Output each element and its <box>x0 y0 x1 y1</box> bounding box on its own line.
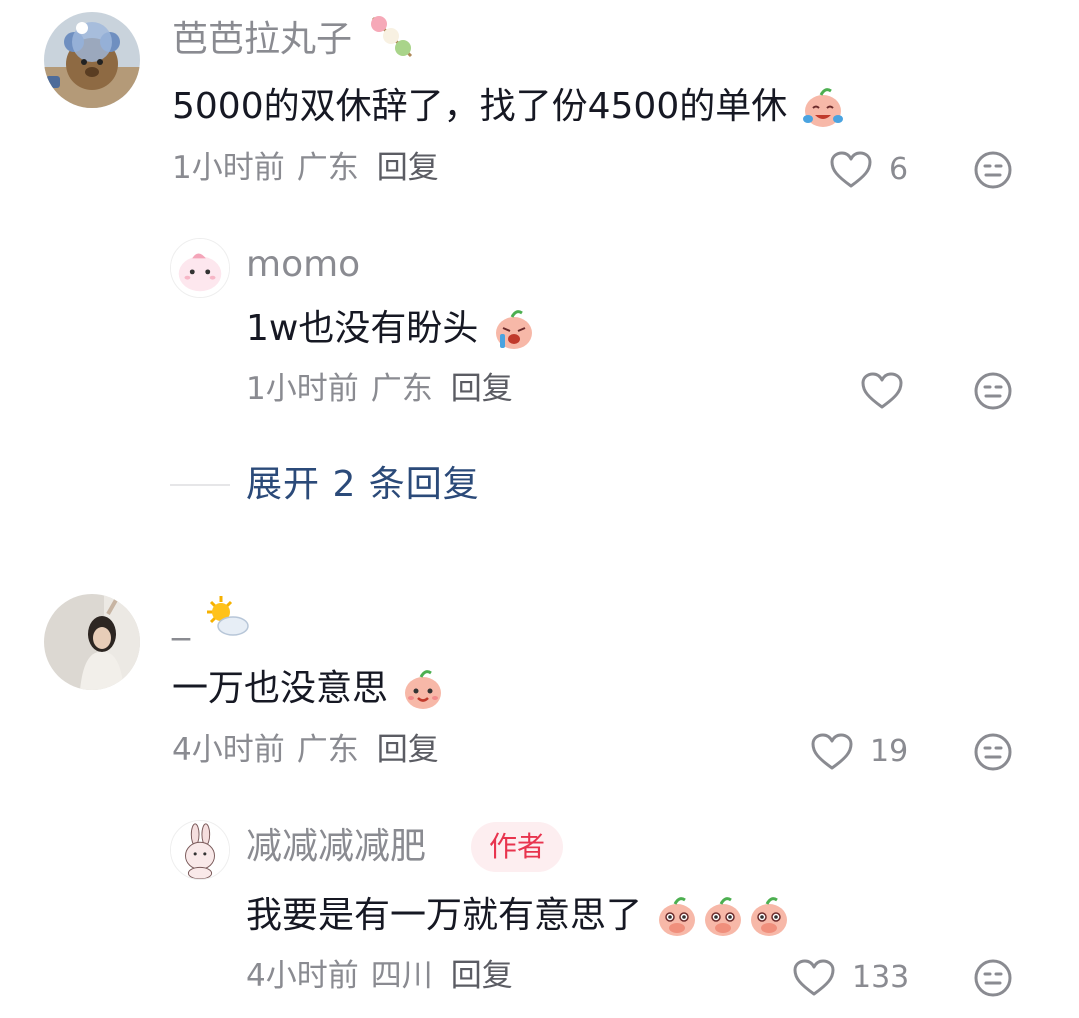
comment-text: 一万也没意思 <box>172 668 445 712</box>
reply-time: 1小时前 <box>246 371 359 407</box>
like-button[interactable]: 19 <box>810 730 908 774</box>
comment-username[interactable]: 芭芭拉丸子 <box>172 16 417 62</box>
sun-behind-cloud-icon <box>203 594 251 642</box>
reply-username[interactable]: 减减减减肥 <box>246 829 426 865</box>
reply-meta: 1小时前 广东 回复 <box>246 374 525 405</box>
reply-text: 1w也没有盼头 <box>246 308 536 352</box>
dango-emoji-icon <box>365 10 417 62</box>
neutral-face-icon <box>974 372 1012 410</box>
like-button[interactable]: 133 <box>792 956 909 1000</box>
crying-laughing-emoji-icon <box>801 86 845 130</box>
avatar[interactable] <box>44 12 140 108</box>
dislike-button[interactable] <box>973 371 1013 411</box>
neutral-face-icon <box>974 959 1012 997</box>
covering-mouth-emoji-icon <box>701 895 745 939</box>
dislike-button[interactable] <box>973 958 1013 998</box>
reply-username[interactable]: momo <box>246 247 360 283</box>
comment-meta: 4小时前 广东 回复 <box>172 735 451 766</box>
comment-time: 4小时前 <box>172 732 285 768</box>
comment-location: 广东 <box>296 732 359 768</box>
heart-icon <box>861 372 903 409</box>
reply-button[interactable]: 回复 <box>377 150 439 186</box>
reply-meta: 4小时前 四川 回复 <box>246 961 525 992</box>
reply-location: 广东 <box>370 371 433 407</box>
author-badge: 作者 <box>471 822 564 872</box>
dislike-button[interactable] <box>973 150 1013 190</box>
crying-emoji-icon <box>492 308 536 352</box>
like-count: 19 <box>870 734 909 769</box>
covering-mouth-emoji-icon <box>747 895 791 939</box>
like-button[interactable] <box>860 369 904 413</box>
neutral-face-icon <box>974 151 1012 189</box>
like-count: 6 <box>889 152 909 187</box>
comment-text: 5000的双休辞了，找了份4500的单休 <box>172 86 845 130</box>
avatar[interactable] <box>170 238 230 298</box>
reply-button[interactable]: 回复 <box>451 958 513 994</box>
reply-text: 我要是有一万就有意思了 <box>246 895 791 939</box>
avatar[interactable] <box>44 594 140 690</box>
like-button[interactable]: 6 <box>829 148 908 192</box>
reply-button[interactable]: 回复 <box>377 732 439 768</box>
expand-replies-button[interactable]: 展开 2 条回复 <box>246 467 480 503</box>
heart-icon <box>811 733 853 770</box>
heart-icon <box>793 959 835 996</box>
expand-divider <box>170 484 230 486</box>
neutral-face-icon <box>974 733 1012 771</box>
reply-time: 4小时前 <box>246 958 359 994</box>
reply-button[interactable]: 回复 <box>451 371 513 407</box>
like-count: 133 <box>852 960 910 995</box>
reply-location: 四川 <box>370 958 433 994</box>
comment-location: 广东 <box>296 150 359 186</box>
avatar[interactable] <box>170 820 230 880</box>
heart-icon <box>830 151 872 188</box>
dislike-button[interactable] <box>973 732 1013 772</box>
comment-meta: 1小时前 广东 回复 <box>172 153 451 184</box>
smiling-peach-emoji-icon <box>401 668 445 712</box>
covering-mouth-emoji-icon <box>655 895 699 939</box>
comment-username[interactable]: _ <box>172 596 251 642</box>
comment-time: 1小时前 <box>172 150 285 186</box>
